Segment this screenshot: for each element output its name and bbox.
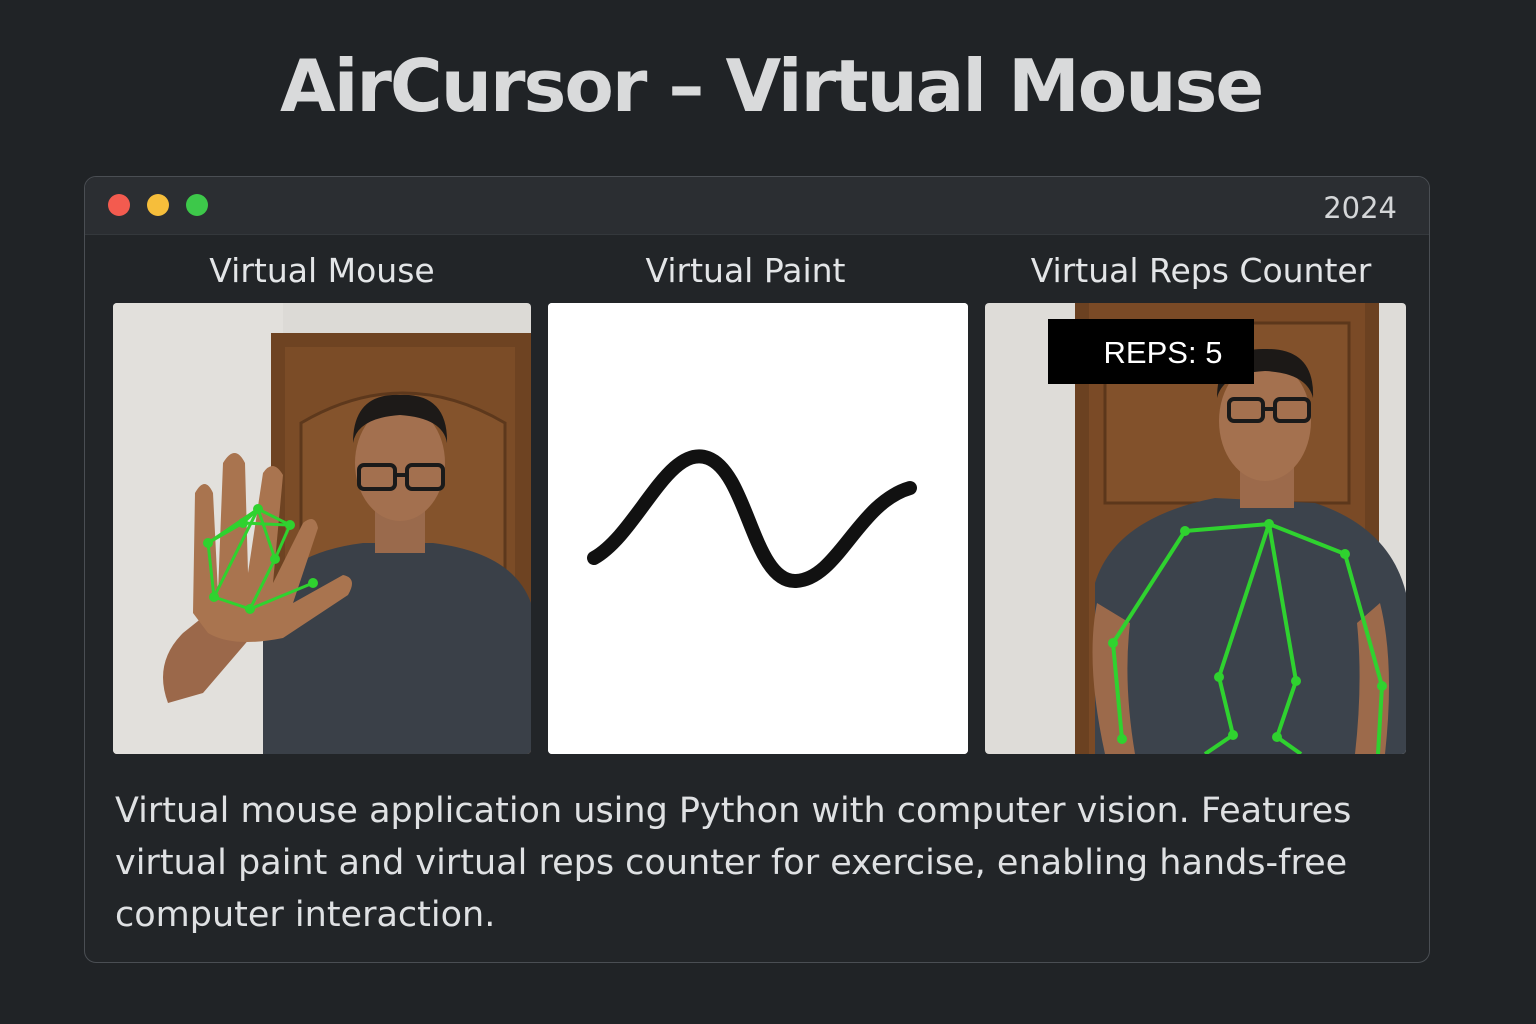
close-icon[interactable] [108,194,130,216]
page-title: AirCursor – Virtual Mouse [280,44,1264,128]
virtual-paint-canvas[interactable] [548,303,968,754]
virtual-mouse-feed [113,303,531,754]
minimize-icon[interactable] [147,194,169,216]
window-titlebar: 2024 [85,177,1429,235]
panel-label-virtual-reps-counter: Virtual Reps Counter [1030,251,1372,290]
reps-counter-label: REPS: 5 [1104,335,1223,370]
maximize-icon[interactable] [186,194,208,216]
hand-tracking-image [113,303,531,754]
panel-label-virtual-mouse: Virtual Mouse [209,251,435,290]
year-label: 2024 [1323,191,1397,225]
panel-label-virtual-paint: Virtual Paint [645,251,846,290]
app-window: 2024 Virtual Mouse Virtual Paint Virtual… [84,176,1430,963]
virtual-reps-counter-feed: REPS: 5 [985,303,1406,754]
project-description: Virtual mouse application using Python w… [115,791,1352,935]
pose-tracking-image: REPS: 5 [985,303,1406,754]
paint-stroke [548,303,968,754]
